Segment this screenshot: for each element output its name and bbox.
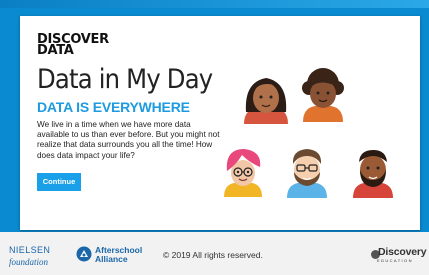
afterschool-logo-line2: Alliance bbox=[95, 254, 128, 264]
continue-button[interactable]: Continue bbox=[37, 173, 81, 191]
page-title: Data in My Day bbox=[37, 64, 213, 95]
avatar-man-glasses bbox=[287, 149, 327, 198]
discover-data-logo: DISCOVER DATA bbox=[37, 33, 117, 57]
afterschool-alliance-icon bbox=[76, 246, 92, 262]
intro-text: We live in a time when we have more data… bbox=[37, 120, 220, 160]
discovery-logo-line1: Discovery bbox=[378, 246, 427, 258]
discovery-logo-line2: EDUCATION bbox=[377, 258, 413, 263]
nielsen-logo-line1: NIELSEN bbox=[9, 245, 51, 255]
nielsen-logo-line2: foundation bbox=[9, 257, 49, 267]
copyright-text: © 2019 All rights reserved. bbox=[163, 250, 263, 260]
avatar-person-curly-hair bbox=[302, 68, 344, 122]
intro-card: DISCOVER DATA Data in My Day DATA IS EVE… bbox=[20, 16, 420, 230]
avatar-woman-pink-hair bbox=[224, 149, 262, 197]
page-subtitle: DATA IS EVERYWHERE bbox=[37, 99, 190, 115]
avatar-man-beard bbox=[353, 150, 393, 198]
avatar-woman-dark-hair bbox=[244, 78, 288, 124]
top-bar bbox=[0, 0, 429, 8]
